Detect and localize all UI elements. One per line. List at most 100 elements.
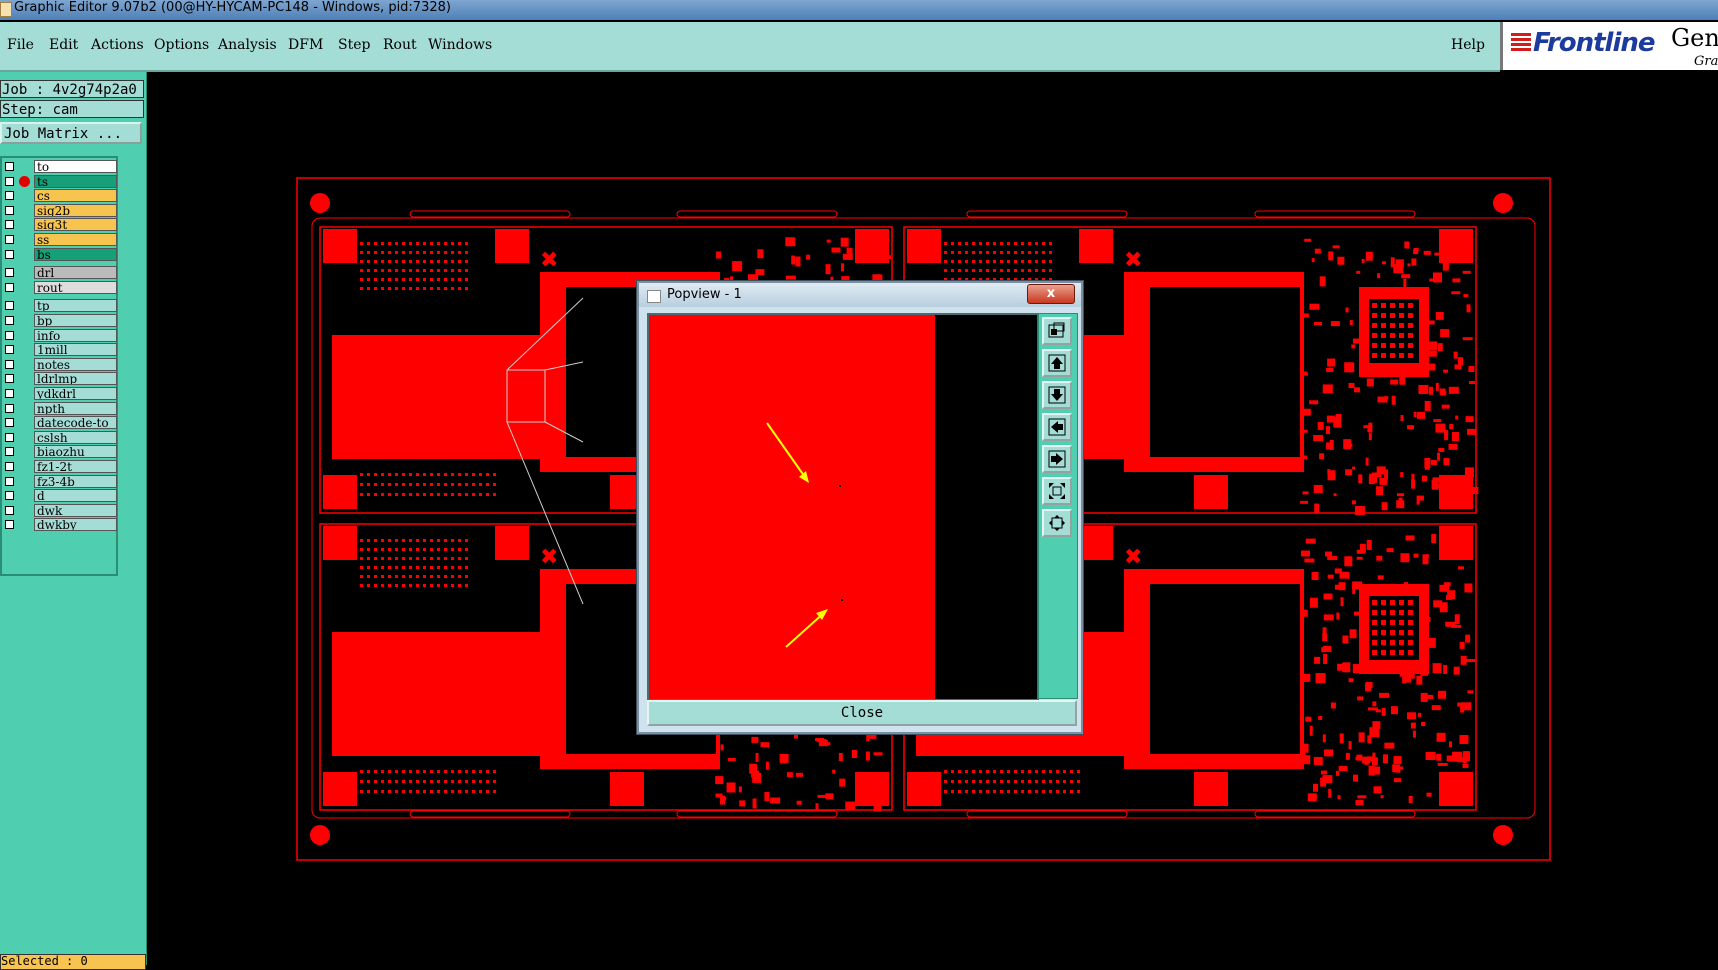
menu-options[interactable]: Options — [154, 37, 209, 53]
layer-row[interactable]: cs — [2, 188, 118, 203]
layer-checkbox[interactable] — [5, 359, 14, 369]
layer-checkbox[interactable] — [5, 505, 14, 515]
layer-name[interactable]: ss — [34, 233, 117, 246]
menu-analysis[interactable]: Analysis — [218, 37, 277, 53]
menu-windows[interactable]: Windows — [428, 37, 492, 53]
layer-row[interactable]: d — [2, 488, 118, 503]
layer-name[interactable]: notes — [34, 357, 117, 371]
layer-checkbox[interactable] — [5, 520, 14, 530]
layer-row[interactable]: bp — [2, 313, 118, 328]
layer-checkbox[interactable] — [5, 301, 14, 311]
layer-row[interactable]: dwk — [2, 503, 118, 518]
layer-name[interactable]: d — [34, 489, 117, 503]
layer-row[interactable]: bs — [2, 247, 118, 262]
menu-step[interactable]: Step — [338, 37, 370, 53]
layer-row[interactable]: biaozhu — [2, 444, 118, 459]
layer-checkbox[interactable] — [5, 476, 14, 486]
layer-name[interactable]: ydkdrl — [34, 387, 117, 400]
layer-row[interactable]: info — [2, 328, 118, 343]
layer-name[interactable]: dwkby — [34, 518, 117, 532]
layer-checkbox[interactable] — [5, 220, 14, 230]
layer-row[interactable]: 1mill — [2, 342, 118, 357]
zoom-in-button[interactable] — [1042, 477, 1072, 505]
layer-name[interactable]: biaozhu — [34, 445, 117, 459]
layer-name[interactable]: sig3t — [34, 218, 117, 232]
layer-row[interactable]: fz1-2t — [2, 459, 118, 474]
layer-name[interactable]: drl — [34, 266, 117, 280]
layer-checkbox[interactable] — [5, 235, 14, 244]
menu-dfm[interactable]: DFM — [288, 37, 323, 53]
layer-row[interactable]: dwkby — [2, 517, 118, 532]
layer-name[interactable]: fz1-2t — [34, 460, 117, 473]
layer-name[interactable]: ts — [34, 174, 117, 188]
layer-row[interactable]: fz3-4b — [2, 474, 118, 489]
pan-up-button[interactable] — [1042, 349, 1072, 377]
layer-name[interactable]: dwk — [34, 503, 117, 517]
layer-row[interactable]: cslsh — [2, 430, 118, 445]
layer-name[interactable]: bp — [34, 314, 117, 327]
layer-row[interactable]: drl — [2, 265, 118, 280]
via-dot — [993, 269, 996, 272]
layer-row[interactable]: ts — [2, 174, 118, 189]
layer-name[interactable]: to — [34, 160, 117, 173]
layer-name[interactable]: bs — [34, 247, 117, 261]
layer-checkbox[interactable] — [5, 491, 14, 501]
layer-checkbox[interactable] — [5, 176, 14, 186]
layer-name[interactable]: cslsh — [34, 430, 117, 444]
menu-rout[interactable]: Rout — [383, 37, 417, 53]
popview-close-x-button[interactable]: x — [1027, 284, 1075, 304]
layer-row[interactable]: tp — [2, 298, 118, 313]
layer-checkbox[interactable] — [5, 162, 14, 171]
via-dot — [1049, 780, 1052, 783]
layer-row[interactable]: npth — [2, 401, 118, 416]
zoom-fit-button[interactable] — [1042, 317, 1072, 345]
layer-name[interactable]: datecode-to — [34, 416, 117, 430]
layer-checkbox[interactable] — [5, 374, 14, 384]
layer-row[interactable]: ss — [2, 232, 118, 247]
pan-down-button[interactable] — [1042, 381, 1072, 409]
layer-name[interactable]: cs — [34, 189, 117, 203]
pan-left-button[interactable] — [1042, 413, 1072, 441]
layer-checkbox[interactable] — [5, 432, 14, 442]
layer-name[interactable]: npth — [34, 401, 117, 415]
layer-name[interactable]: sig2b — [34, 203, 117, 217]
layer-checkbox[interactable] — [5, 447, 14, 457]
popview-viewport[interactable] — [647, 313, 1039, 701]
layer-checkbox[interactable] — [5, 316, 14, 325]
layer-checkbox[interactable] — [5, 418, 14, 428]
layer-row[interactable]: notes — [2, 357, 118, 372]
layer-checkbox[interactable] — [5, 205, 14, 215]
menu-edit[interactable]: Edit — [49, 37, 78, 53]
layer-row[interactable]: to — [2, 159, 118, 174]
layer-checkbox[interactable] — [5, 191, 14, 201]
menu-help[interactable]: Help — [1451, 37, 1485, 53]
layer-name[interactable]: fz3-4b — [34, 474, 117, 488]
pan-right-button[interactable] — [1042, 445, 1072, 473]
layer-checkbox[interactable] — [5, 462, 14, 471]
layer-row[interactable]: sig2b — [2, 203, 118, 218]
layer-checkbox[interactable] — [5, 403, 14, 413]
layer-row[interactable]: ydkdrl — [2, 386, 118, 401]
layer-checkbox[interactable] — [5, 268, 14, 278]
via-dot — [465, 584, 468, 587]
layer-name[interactable]: rout — [34, 280, 117, 294]
layer-checkbox[interactable] — [5, 389, 14, 398]
layer-checkbox[interactable] — [5, 330, 14, 340]
job-matrix-button[interactable]: Job Matrix ... — [0, 122, 142, 144]
layer-row[interactable]: datecode-to — [2, 415, 118, 430]
layer-name[interactable]: tp — [34, 299, 117, 313]
popview-close-button[interactable]: Close — [647, 700, 1077, 726]
layer-row[interactable]: rout — [2, 280, 118, 295]
popview-titlebar[interactable]: Popview - 1 x — [639, 283, 1081, 307]
layer-name[interactable]: 1mill — [34, 343, 117, 357]
layer-row[interactable]: sig3t — [2, 217, 118, 232]
menu-actions[interactable]: Actions — [91, 37, 144, 53]
layer-name[interactable]: ldrlmp — [34, 372, 117, 386]
layer-checkbox[interactable] — [5, 282, 14, 292]
layer-row[interactable]: ldrlmp — [2, 371, 118, 386]
zoom-out-button[interactable] — [1042, 509, 1072, 537]
menu-file[interactable]: File — [7, 37, 34, 53]
layer-checkbox[interactable] — [5, 345, 14, 355]
layer-name[interactable]: info — [34, 328, 117, 342]
layer-checkbox[interactable] — [5, 249, 14, 259]
